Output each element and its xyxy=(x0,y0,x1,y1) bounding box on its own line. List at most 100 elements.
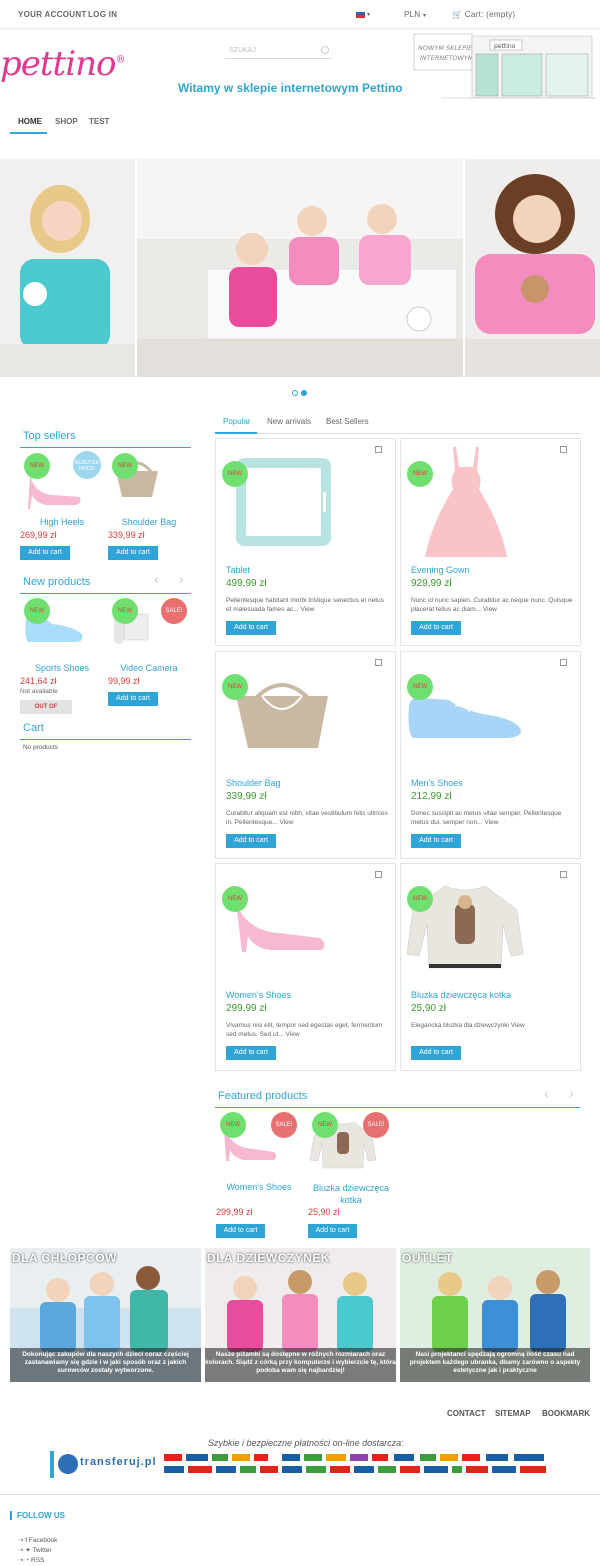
featured-products-title: Featured products xyxy=(218,1090,308,1102)
chevron-left-icon[interactable]: ‹ xyxy=(154,571,159,587)
product-price: 99,99 zł xyxy=(108,676,140,686)
language-flag-icon[interactable] xyxy=(356,12,365,18)
tab-new-arrivals[interactable]: New arrivals xyxy=(267,417,311,426)
rss-icon: ⇢ ◔ xyxy=(18,1557,30,1564)
tab-best-sellers[interactable]: Best Sellers xyxy=(326,417,369,426)
view-link[interactable]: View xyxy=(511,1022,525,1029)
product-card: NEW Women's Shoes 299,99 zł Vivamus nisi… xyxy=(215,863,396,1071)
social-link-facebook[interactable]: ⇢ f Facebook xyxy=(18,1536,57,1544)
chevron-right-icon[interactable]: › xyxy=(569,1085,574,1101)
product-name[interactable]: Evening Gown xyxy=(411,565,470,575)
add-to-cart-button[interactable]: Add to cart xyxy=(216,1224,265,1238)
product-description: Vivamus nisi elit, tempor sed egestas eg… xyxy=(226,1021,388,1039)
currency-selector[interactable]: PLN ▾ xyxy=(404,10,426,19)
promo-banner-outlet[interactable]: OUTLET Nasi projektanci spędzają ogromną… xyxy=(400,1248,590,1382)
chevron-right-icon[interactable]: › xyxy=(179,571,184,587)
promo-caption: Nasi projektanci spędzają ogromną ilość … xyxy=(400,1348,590,1382)
add-to-cart-button[interactable]: Add to cart xyxy=(411,834,461,848)
compare-checkbox[interactable] xyxy=(375,659,382,666)
compare-checkbox[interactable] xyxy=(560,659,567,666)
product-price: 339,99 zł xyxy=(226,791,267,802)
product-name[interactable]: Bluzka dziewczęca kotka xyxy=(311,1182,391,1206)
cart-title: Cart xyxy=(23,722,44,734)
sale-badge: SALE! xyxy=(161,598,187,624)
add-to-cart-button[interactable]: Add to cart xyxy=(308,1224,357,1238)
store-brand-sign: pettino xyxy=(494,43,516,50)
view-link[interactable]: View xyxy=(484,819,498,826)
add-to-cart-button[interactable]: Add to cart xyxy=(226,1046,276,1060)
social-label: Twitter xyxy=(32,1547,52,1554)
add-to-cart-button[interactable]: Add to cart xyxy=(20,546,70,560)
add-to-cart-button[interactable]: Add to cart xyxy=(411,1046,461,1060)
evening-gown-image[interactable] xyxy=(421,445,511,560)
reduced-price-badge: REDUCED PRICE! xyxy=(73,451,101,479)
product-name[interactable]: Women's Shoes xyxy=(219,1182,299,1192)
compare-checkbox[interactable] xyxy=(560,871,567,878)
slider-dot[interactable] xyxy=(292,390,298,396)
product-name[interactable]: Video Camera xyxy=(112,663,186,673)
footer-contact-link[interactable]: CONTACT xyxy=(447,1409,486,1418)
product-description: Donec suscipit ac metus vitae semper. Pe… xyxy=(411,809,573,827)
add-to-cart-button[interactable]: Add to cart xyxy=(108,692,158,706)
payment-providers-banner[interactable]: transferuj.pl xyxy=(50,1451,550,1478)
store-sign-line2: INTERNETOWYM xyxy=(420,54,474,62)
promo-title: DLA CHŁOPCÓW xyxy=(12,1251,117,1265)
add-to-cart-button[interactable]: Add to cart xyxy=(108,546,158,560)
availability-note: Not available xyxy=(20,688,58,695)
product-name[interactable]: Tablet xyxy=(226,565,250,575)
description-text: Elegancka bluzka dla dziewczynki xyxy=(411,1022,509,1029)
cart-divider xyxy=(20,739,191,740)
login-link[interactable]: LOG IN xyxy=(88,10,117,19)
product-name[interactable]: Bluzka dziewczęca kotka xyxy=(411,990,511,1000)
footer-divider xyxy=(0,1494,600,1495)
footer-bookmark-link[interactable]: BOOKMARK xyxy=(542,1409,590,1418)
view-link[interactable]: View xyxy=(286,1031,300,1038)
slide-image-left xyxy=(0,159,135,377)
product-card: NEW Bluzka dziewczęca kotka 25,90 zł Ele… xyxy=(400,863,581,1071)
product-price: 499,99 zł xyxy=(226,578,267,589)
product-name[interactable]: Men's Shoes xyxy=(411,778,463,788)
footer-sitemap-link[interactable]: SITEMAP xyxy=(495,1409,531,1418)
add-to-cart-button[interactable]: Add to cart xyxy=(226,621,276,635)
nav-item-shop[interactable]: SHOP xyxy=(55,117,78,126)
new-badge: NEW xyxy=(222,674,248,700)
logo[interactable]: pettino® xyxy=(0,44,125,84)
promo-caption: Nasze piżamki są dostępne w różnych rozm… xyxy=(205,1348,396,1382)
search-icon[interactable] xyxy=(321,46,329,54)
featured-divider xyxy=(215,1107,580,1108)
product-name[interactable]: Women's Shoes xyxy=(226,990,291,1000)
payment-info-text: Szybkie i bezpieczne płatności on-line d… xyxy=(208,1438,404,1448)
slider-dot-active[interactable] xyxy=(301,390,307,396)
product-description: Elegancka bluzka dla dziewczynki View xyxy=(411,1021,573,1030)
promo-banner-boys[interactable]: DLA CHŁOPCÓW Dokonując zakupów dla naszy… xyxy=(10,1248,201,1382)
view-link[interactable]: View xyxy=(300,606,314,613)
view-link[interactable]: View xyxy=(483,606,497,613)
slide-image-right xyxy=(465,159,600,377)
view-link[interactable]: View xyxy=(280,819,294,826)
new-badge: NEW xyxy=(407,674,433,700)
chevron-left-icon[interactable]: ‹ xyxy=(544,1085,549,1101)
social-link-twitter[interactable]: ⇢ ✦ Twitter xyxy=(18,1546,52,1554)
social-link-rss[interactable]: ⇢ ◔ RSS xyxy=(18,1556,44,1564)
product-name[interactable]: High Heels xyxy=(22,517,102,527)
product-name[interactable]: Shoulder Bag xyxy=(226,778,281,788)
out-of-stock-button: OUT OF xyxy=(20,700,72,714)
nav-item-home[interactable]: HOME xyxy=(18,117,42,126)
product-name[interactable]: Shoulder Bag xyxy=(112,517,186,527)
product-name[interactable]: Sports Shoes xyxy=(22,663,102,673)
your-account-link[interactable]: YOUR ACCOUNT xyxy=(18,10,87,19)
product-description: Nunc id nunc sapien. Curabitur ac neque … xyxy=(411,596,573,614)
compare-checkbox[interactable] xyxy=(375,871,382,878)
promo-banner-girls[interactable]: DLA DZIEWCZYNEK Nasze piżamki są dostępn… xyxy=(205,1248,396,1382)
compare-checkbox[interactable] xyxy=(560,446,567,453)
product-price: 339,99 zł xyxy=(108,530,145,540)
cart-link[interactable]: 🛒 Cart: (empty) xyxy=(452,10,515,19)
nav-item-test[interactable]: TEST xyxy=(89,117,109,126)
slider-pagination xyxy=(292,389,310,398)
add-to-cart-button[interactable]: Add to cart xyxy=(411,621,461,635)
compare-checkbox[interactable] xyxy=(375,446,382,453)
tab-popular[interactable]: Popular xyxy=(223,417,251,426)
add-to-cart-button[interactable]: Add to cart xyxy=(226,834,276,848)
search-input[interactable]: SZUKAJ xyxy=(225,44,332,59)
hero-slider[interactable] xyxy=(0,159,600,377)
